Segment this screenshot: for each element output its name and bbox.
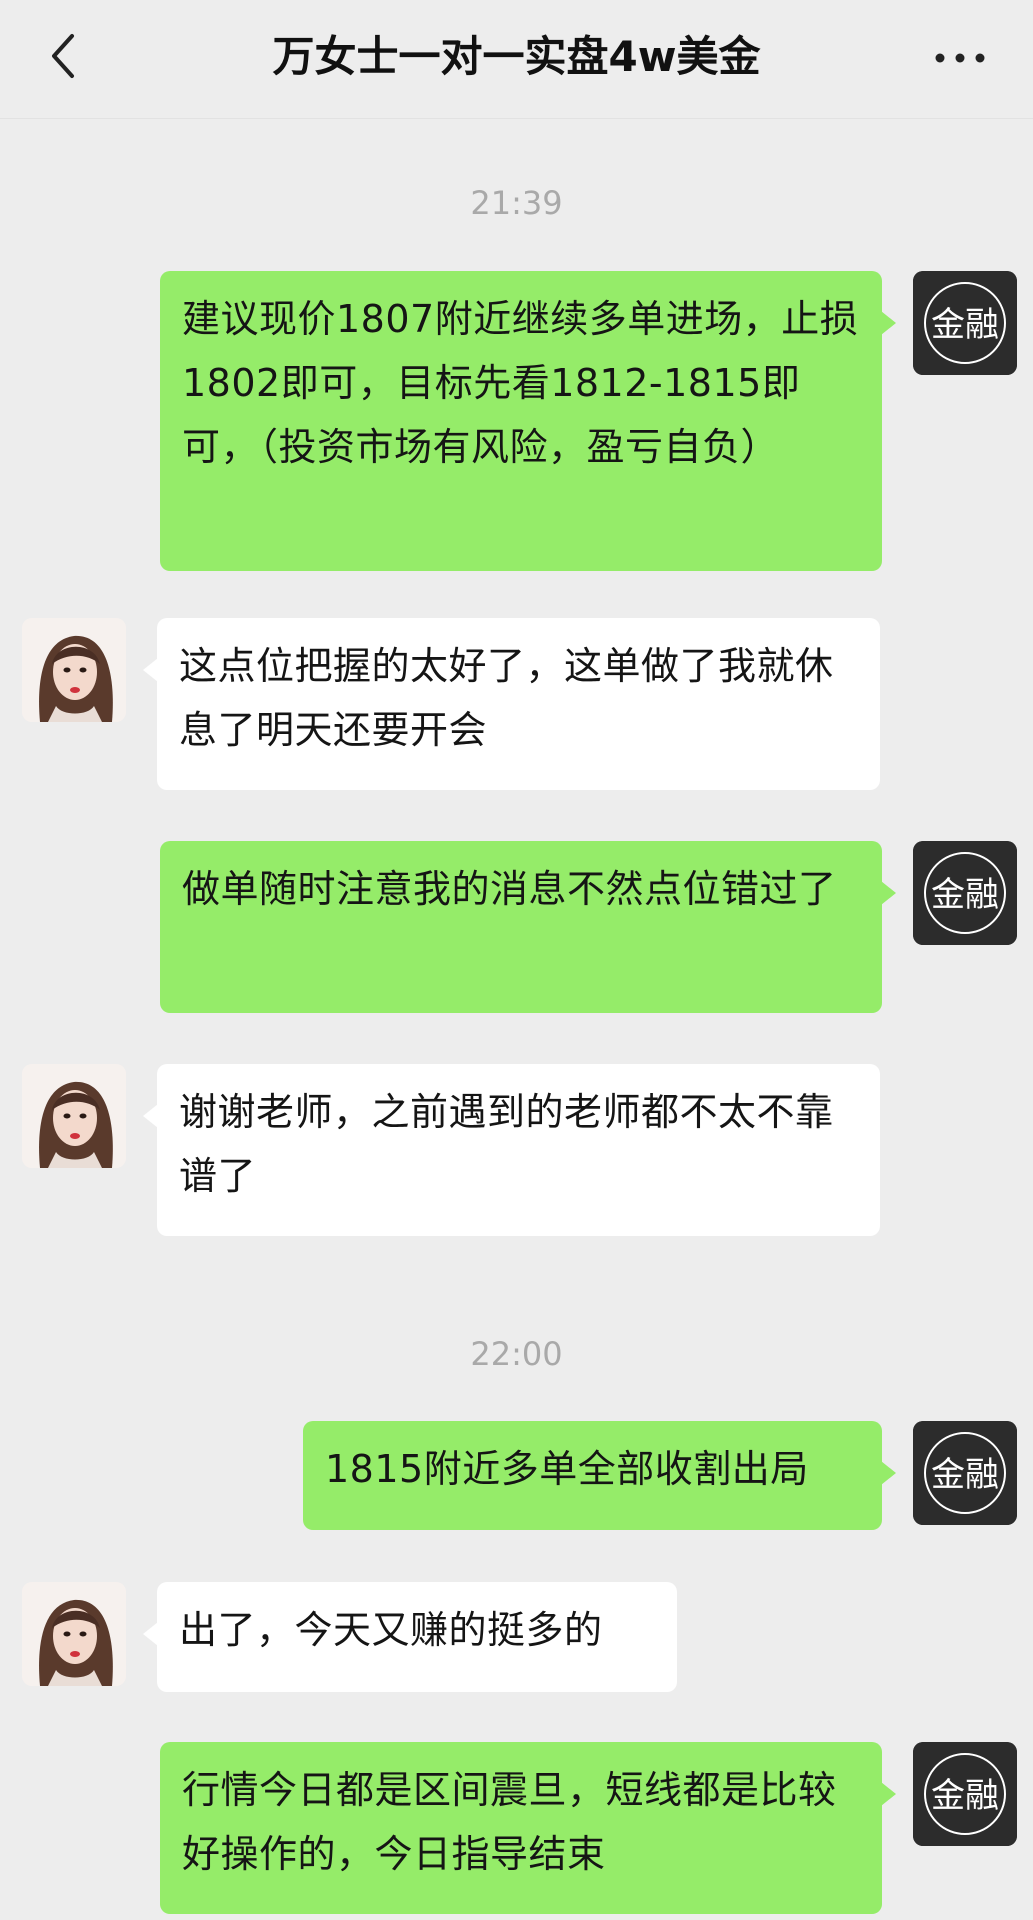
avatar-label: 金融 xyxy=(931,875,999,915)
message-bubble-sent[interactable]: 1815附近多单全部收割出局 xyxy=(303,1421,896,1530)
message-bubble-sent[interactable]: 行情今日都是区间震旦，短线都是比较好操作的，今日指导结束 xyxy=(160,1742,896,1914)
message-bubble-received[interactable]: 出了，今天又赚的挺多的 xyxy=(143,1582,677,1692)
finance-logo-icon: 金融 xyxy=(913,1421,1017,1525)
user-photo-icon xyxy=(22,1064,126,1168)
message-text: 这点位把握的太好了，这单做了我就休息了明天还要开会 xyxy=(179,644,834,752)
chevron-left-icon xyxy=(52,34,74,78)
more-dots-icon xyxy=(935,53,985,63)
message-bubble-sent[interactable]: 建议现价1807附近继续多单进场，止损1802即可，目标先看1812-1815即… xyxy=(160,271,896,571)
finance-logo-icon: 金融 xyxy=(913,271,1017,375)
message-text: 1815附近多单全部收割出局 xyxy=(325,1447,809,1491)
avatar-label: 金融 xyxy=(931,305,999,345)
message-text: 建议现价1807附近继续多单进场，止损1802即可，目标先看1812-1815即… xyxy=(182,297,859,469)
chat-title: 万女士一对一实盘4w美金 xyxy=(272,32,761,81)
timestamp: 22:00 xyxy=(470,1335,563,1373)
message-text: 出了，今天又赚的挺多的 xyxy=(179,1608,603,1652)
user-photo-icon xyxy=(22,618,126,722)
user-photo-icon xyxy=(22,1582,126,1686)
teacher-avatar[interactable]: 金融 xyxy=(913,1742,1017,1846)
avatar-label: 金融 xyxy=(931,1455,999,1495)
message-text: 行情今日都是区间震旦，短线都是比较好操作的，今日指导结束 xyxy=(182,1768,837,1876)
client-avatar[interactable] xyxy=(22,618,126,722)
teacher-avatar[interactable]: 金融 xyxy=(913,841,1017,945)
client-avatar[interactable] xyxy=(22,1582,126,1686)
timestamp: 21:39 xyxy=(470,184,563,222)
message-text: 做单随时注意我的消息不然点位错过了 xyxy=(182,867,837,911)
teacher-avatar[interactable]: 金融 xyxy=(913,271,1017,375)
message-bubble-received[interactable]: 谢谢老师，之前遇到的老师都不太不靠谱了 xyxy=(143,1064,880,1236)
message-bubble-sent[interactable]: 做单随时注意我的消息不然点位错过了 xyxy=(160,841,896,1013)
client-avatar[interactable] xyxy=(22,1064,126,1168)
teacher-avatar[interactable]: 金融 xyxy=(913,1421,1017,1525)
more-button[interactable] xyxy=(930,36,990,80)
finance-logo-icon: 金融 xyxy=(913,841,1017,945)
avatar-label: 金融 xyxy=(931,1776,999,1816)
finance-logo-icon: 金融 xyxy=(913,1742,1017,1846)
message-bubble-received[interactable]: 这点位把握的太好了，这单做了我就休息了明天还要开会 xyxy=(143,618,880,790)
chat-header: 万女士一对一实盘4w美金 xyxy=(0,0,1033,119)
back-button[interactable] xyxy=(40,26,90,86)
message-text: 谢谢老师，之前遇到的老师都不太不靠谱了 xyxy=(179,1090,834,1198)
